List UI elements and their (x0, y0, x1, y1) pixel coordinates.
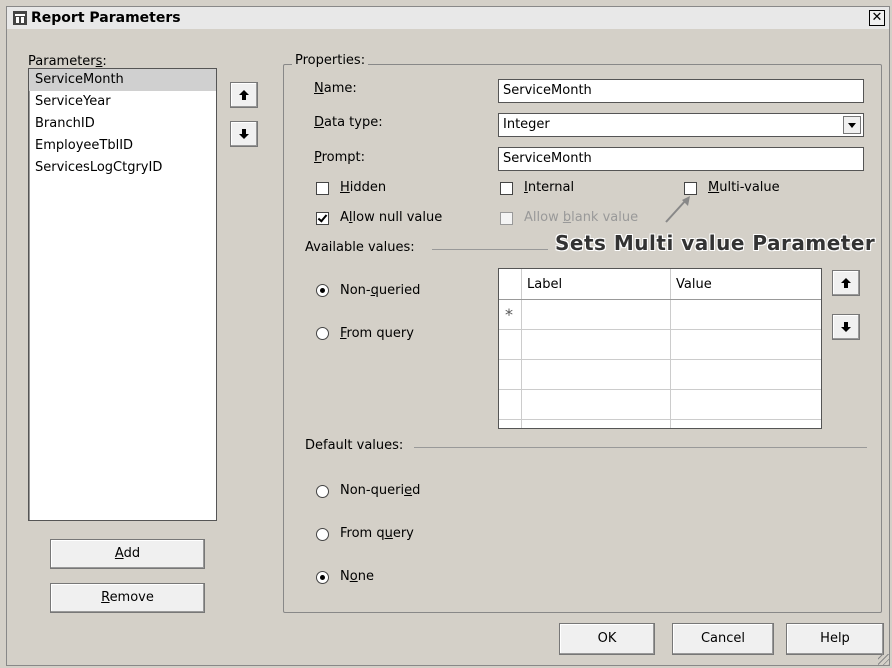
name-field[interactable]: ServiceMonth (498, 79, 864, 103)
ok-button[interactable]: OK (559, 623, 655, 655)
available-values-grid[interactable]: Label Value * (498, 268, 822, 429)
grid-divider (499, 359, 821, 360)
help-button[interactable]: Help (786, 623, 884, 655)
internal-label: Internal (524, 180, 575, 195)
hidden-label: Hidden (340, 180, 387, 195)
default-values-label: Default values: (305, 438, 404, 453)
grid-divider (499, 299, 821, 300)
multi-value-label: Multi-value (708, 180, 780, 195)
available-values-label: Available values: (305, 240, 415, 255)
report-icon (13, 11, 27, 25)
grid-header-value[interactable]: Value (676, 277, 712, 292)
data-type-select[interactable]: Integer (498, 113, 864, 137)
list-item[interactable]: ServiceMonth (29, 69, 216, 91)
move-up-button[interactable] (230, 82, 258, 108)
default-from-query-label: From query (340, 526, 414, 541)
data-type-value: Integer (503, 117, 550, 132)
close-icon[interactable]: ✕ (869, 10, 885, 26)
move-down-button[interactable] (230, 121, 258, 147)
allow-null-label: Allow null value (340, 210, 443, 225)
list-item[interactable]: ServiceYear (29, 91, 216, 113)
resize-grip-icon[interactable] (878, 654, 890, 666)
grid-divider (670, 269, 671, 428)
multi-value-annotation: Sets Multi value Parameter (555, 231, 876, 255)
new-row-icon: * (505, 305, 513, 324)
prompt-label: Prompt: (314, 150, 366, 165)
title-bar: Report Parameters ✕ (7, 7, 889, 29)
grid-divider (521, 269, 522, 428)
list-item[interactable]: BranchID (29, 113, 216, 135)
radio-dot-icon (320, 288, 325, 293)
radio-dot-icon (320, 575, 325, 580)
grid-divider (499, 389, 821, 390)
default-none-radio[interactable] (316, 571, 329, 584)
default-non-queried-label: Non-queried (340, 483, 421, 498)
grid-divider (499, 329, 821, 330)
default-values-divider (414, 447, 867, 448)
allow-blank-label: Allow blank value (524, 210, 639, 225)
prompt-field[interactable]: ServiceMonth (498, 147, 864, 171)
available-values-divider (432, 249, 548, 250)
remove-button[interactable]: Remove (50, 583, 205, 613)
grid-divider (499, 419, 821, 420)
chevron-down-icon[interactable] (843, 116, 861, 134)
default-non-queried-radio[interactable] (316, 485, 329, 498)
dialog-title: Report Parameters (31, 10, 181, 26)
default-from-query-radio[interactable] (316, 528, 329, 541)
list-item[interactable]: ServicesLogCtgryID (29, 157, 216, 179)
list-item[interactable]: EmployeeTblID (29, 135, 216, 157)
parameters-label: Parameters: (28, 54, 107, 69)
properties-legend: Properties: (292, 53, 369, 68)
available-from-query-radio[interactable] (316, 327, 329, 340)
name-label: Name: (314, 81, 357, 96)
grid-move-down-button[interactable] (832, 314, 860, 340)
annotation-arrow-icon (665, 196, 690, 223)
available-non-queried-label: Non-queried (340, 283, 421, 298)
grid-move-up-button[interactable] (832, 270, 860, 296)
available-from-query-label: From query (340, 326, 414, 341)
checkmark-icon (317, 212, 328, 223)
cancel-button[interactable]: Cancel (672, 623, 774, 655)
default-none-label: None (340, 569, 374, 584)
available-non-queried-radio[interactable] (316, 284, 329, 297)
internal-checkbox[interactable] (500, 182, 513, 195)
grid-header-label[interactable]: Label (527, 277, 562, 292)
add-button[interactable]: Add (50, 539, 205, 569)
hidden-checkbox[interactable] (316, 182, 329, 195)
parameters-list[interactable]: ServiceMonth ServiceYear BranchID Employ… (28, 68, 217, 521)
data-type-label: Data type: (314, 115, 383, 130)
allow-blank-checkbox (500, 212, 513, 225)
allow-null-checkbox[interactable] (316, 212, 329, 225)
